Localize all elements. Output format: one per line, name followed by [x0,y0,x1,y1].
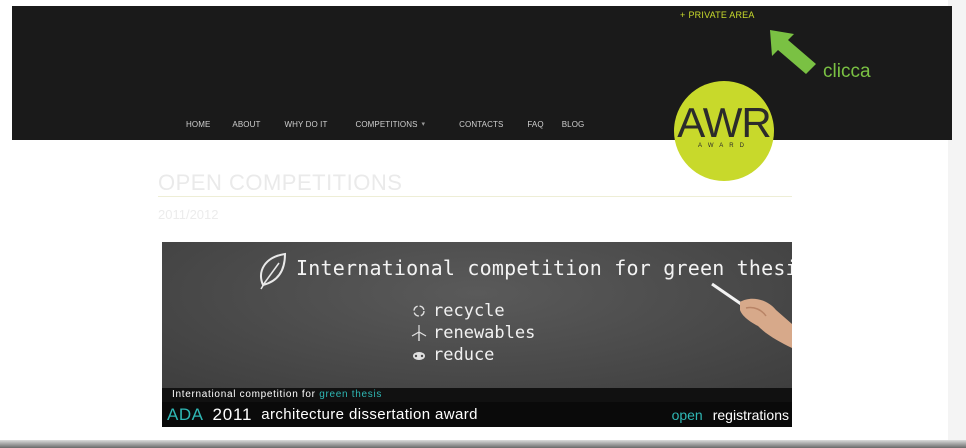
strip-text-prefix: International competition for [172,389,320,400]
wind-turbine-icon [411,325,427,341]
awr-award-logo[interactable]: AWR AWARD [674,81,774,181]
strip-text-accent: green thesis [319,389,383,400]
award-name-line: ADA 2011 architecture dissertation award [167,402,478,427]
registrations-label: registrations [712,406,789,423]
reduce-icon [413,352,425,360]
nav-home[interactable]: HOME [186,120,210,129]
logo-subtext: AWARD [698,143,750,149]
annotation-text: clicca [823,61,871,82]
arrow-icon [770,30,816,74]
plus-icon: + [680,10,686,20]
banner-strip-text: International competition for green thes… [172,389,382,400]
banner-item-list: recycle renewables reduce [411,300,535,366]
list-item: renewables [411,322,535,344]
main-nav: HOME ABOUT WHY DO IT COMPETITIONS ▾ CONTA… [172,116,584,132]
item-label: renewables [433,323,536,343]
open-label: open [671,406,703,423]
private-area-label: PRIVATE AREA [688,10,755,20]
competition-banner[interactable]: International competition for green thes… [162,242,792,427]
site-header: + PRIVATE AREA clicca HOME ABOUT WHY DO I… [12,6,952,140]
nav-blog[interactable]: BLOG [562,120,585,129]
award-acronym: ADA [167,404,204,424]
title-divider [158,196,792,197]
page-title: OPEN COMPETITIONS [158,170,403,195]
item-label: recycle [433,301,505,321]
registration-status: open registrations [672,402,789,427]
award-year: 2011 [212,404,253,424]
nav-about[interactable]: ABOUT [232,120,260,129]
nav-faq[interactable]: FAQ [527,120,543,129]
nav-why-do-it[interactable]: WHY DO IT [284,120,327,129]
chevron-down-icon: ▾ [421,121,426,128]
list-item: recycle [411,300,535,322]
nav-competitions-label: COMPETITIONS [355,119,418,129]
nav-contacts[interactable]: CONTACTS [459,120,503,129]
private-area-link[interactable]: + PRIVATE AREA [680,10,755,20]
list-item: reduce [411,344,535,366]
item-label: reduce [433,345,495,365]
recycle-icon [413,305,425,317]
logo-text: AWR [677,99,771,146]
leaf-icon [260,252,287,290]
section-subheading: 2011/2012 [158,207,219,222]
award-name: architecture dissertation award [261,406,478,423]
bottom-shadow-bar [0,440,966,448]
nav-competitions[interactable]: COMPETITIONS ▾ [355,120,425,129]
hand-with-chalk-icon [711,282,792,348]
